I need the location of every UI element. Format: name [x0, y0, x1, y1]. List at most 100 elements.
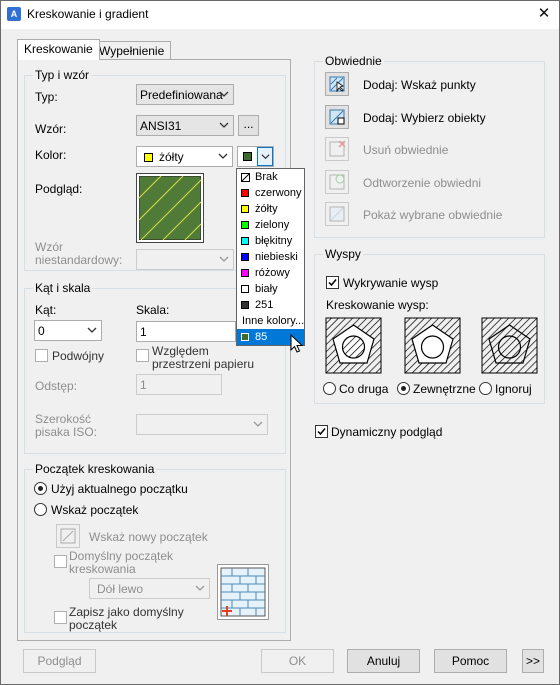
pattern-browse-button[interactable]: ...	[238, 115, 259, 136]
use-current-origin-radio[interactable]	[34, 482, 47, 495]
island-detection-checkbox[interactable]	[326, 276, 339, 289]
island-ignore-radio[interactable]	[479, 382, 492, 395]
tab-hatch[interactable]: Kreskowanie	[17, 39, 100, 60]
title-bar: A Kreskowanie i gradient ✕	[1, 1, 559, 29]
no-color-icon	[241, 173, 250, 182]
island-ignore-preview[interactable]	[481, 317, 538, 374]
angle-scale-legend: Kąt i skala	[33, 281, 93, 295]
type-select[interactable]: Predefiniowana	[136, 84, 234, 105]
boundaries-legend: Obwiednie	[323, 54, 384, 68]
type-label: Typ:	[35, 90, 58, 104]
color-swatch	[241, 269, 249, 277]
color-option-cyan[interactable]: błękitny	[237, 233, 304, 249]
color-option-more-colors[interactable]: Inne kolory...	[237, 313, 304, 329]
chevron-down-icon	[219, 256, 229, 262]
origin-position-value: Dół lewo	[97, 582, 144, 596]
color-select[interactable]: żółty	[136, 146, 233, 167]
pick-points-icon	[329, 76, 345, 93]
island-outer-radio[interactable]	[397, 382, 410, 395]
color-swatch	[241, 253, 249, 261]
islands-legend: Wyspy	[323, 247, 363, 261]
origin-preview	[217, 564, 269, 620]
preview-button[interactable]: Podgląd	[23, 649, 96, 673]
color-swatch	[241, 221, 249, 229]
view-selections-icon	[329, 206, 345, 222]
recreate-boundary-button[interactable]	[325, 170, 349, 194]
color-option-none[interactable]: Brak	[237, 169, 304, 185]
angle-select-value: 0	[38, 324, 45, 338]
pattern-select[interactable]: ANSI31	[136, 115, 234, 136]
color-select-value: żółty	[159, 150, 184, 164]
tab-gradient[interactable]: Wypełnienie	[92, 41, 172, 60]
specified-origin-radio[interactable]	[34, 503, 47, 516]
color-option-label: Brak	[255, 171, 278, 183]
remove-boundaries-button[interactable]	[325, 137, 349, 161]
dialog-window: A Kreskowanie i gradient ✕ Kreskowanie W…	[0, 0, 560, 685]
color-swatch	[241, 285, 249, 293]
hatch-origin-legend: Początek kreskowania	[33, 462, 157, 476]
hatch-pattern-swatch	[138, 175, 202, 241]
brick-pattern-icon	[220, 567, 266, 617]
scale-select[interactable]: 1	[136, 321, 236, 342]
color-option-blue[interactable]: niebieski	[237, 249, 304, 265]
island-ignore-label: Ignoruj	[495, 382, 532, 396]
color-dropdown-list: Brak czerwony żółty zielony błękitny nie…	[236, 168, 305, 346]
color-swatch	[241, 237, 249, 245]
recreate-boundary-label: Odtworzenie obwiedni	[363, 176, 482, 190]
angle-select[interactable]: 0	[34, 320, 102, 341]
color-swatch	[241, 205, 249, 213]
app-icon: A	[7, 7, 21, 21]
color-option-white[interactable]: biały	[237, 281, 304, 297]
color-option-yellow[interactable]: żółty	[237, 201, 304, 217]
island-normal-preview[interactable]	[325, 317, 382, 374]
store-default-origin-checkbox[interactable]	[54, 611, 67, 624]
island-normal-radio[interactable]	[323, 382, 336, 395]
color-option-red[interactable]: czerwony	[237, 185, 304, 201]
close-icon[interactable]: ✕	[535, 5, 553, 23]
iso-pen-width-select[interactable]	[136, 414, 268, 435]
cancel-button[interactable]: Anuluj	[347, 649, 420, 673]
add-pick-points-button[interactable]	[325, 72, 349, 96]
dynamic-preview-checkbox[interactable]	[315, 425, 328, 438]
relative-paper-checkbox[interactable]	[136, 349, 149, 362]
add-select-objects-label: Dodaj: Wybierz obiekty	[363, 111, 486, 125]
store-default-origin-label: Zapisz jako domyślny początek	[69, 605, 184, 632]
color-option-label: błękitny	[255, 235, 293, 247]
custom-pattern-select[interactable]	[136, 249, 234, 270]
use-current-origin-label: Użyj aktualnego początku	[51, 482, 188, 496]
island-ignore-icon	[481, 317, 538, 374]
select-objects-icon	[329, 109, 345, 125]
double-checkbox[interactable]	[35, 349, 48, 362]
pattern-preview[interactable]	[136, 173, 204, 243]
default-boundary-checkbox[interactable]	[54, 555, 67, 568]
background-color-swatch	[243, 152, 252, 161]
spacing-input-value: 1	[140, 378, 147, 392]
chevron-down-icon	[261, 154, 270, 160]
pattern-label: Wzór:	[35, 122, 67, 136]
help-button[interactable]: Pomoc	[434, 649, 507, 673]
iso-pen-width-label: Szerokość pisaka ISO:	[35, 412, 98, 439]
preview-label: Podgląd:	[35, 182, 83, 196]
island-outer-label: Zewnętrzne	[413, 382, 476, 396]
color-option-251[interactable]: 251	[237, 297, 304, 313]
color-swatch	[241, 333, 249, 341]
island-outer-preview[interactable]	[404, 317, 461, 374]
add-select-objects-button[interactable]	[325, 105, 349, 129]
color-option-green[interactable]: zielony	[237, 217, 304, 233]
color-option-label: biały	[255, 283, 278, 295]
type-select-value: Predefiniowana	[140, 88, 223, 102]
spacing-input[interactable]: 1	[136, 374, 222, 395]
spacing-label: Odstęp:	[35, 379, 78, 393]
window-title: Kreskowanie i gradient	[27, 7, 149, 21]
background-color-select[interactable]	[237, 146, 274, 167]
color-option-label: żółty	[255, 203, 278, 215]
click-set-origin-button[interactable]	[56, 524, 80, 548]
ok-button[interactable]: OK	[261, 649, 334, 673]
view-selections-label: Pokaż wybrane obwiednie	[363, 208, 503, 222]
background-color-dropdown-button[interactable]	[257, 147, 273, 166]
origin-position-select[interactable]: Dół lewo	[89, 578, 210, 599]
view-selections-button[interactable]	[325, 202, 349, 226]
more-options-button[interactable]: >>	[522, 649, 544, 673]
pattern-select-value: ANSI31	[140, 119, 182, 133]
color-option-magenta[interactable]: różowy	[237, 265, 304, 281]
